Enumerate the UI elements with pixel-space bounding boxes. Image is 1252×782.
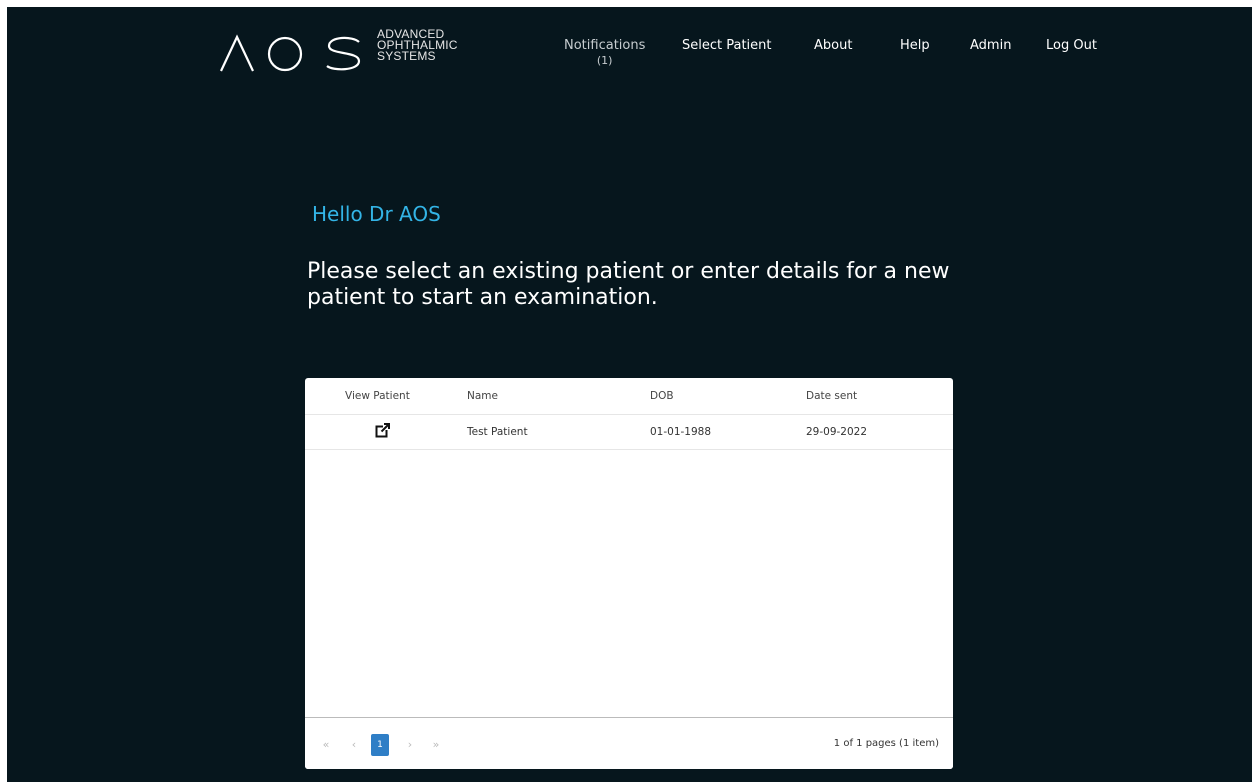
nav-select-patient[interactable]: Select Patient — [682, 38, 772, 53]
nav-help[interactable]: Help — [900, 38, 930, 53]
app-window: ADVANCED OPHTHALMIC SYSTEMS Notification… — [7, 7, 1252, 782]
open-external-icon[interactable] — [375, 423, 390, 441]
nav-notifications[interactable]: Notifications (1) — [564, 38, 645, 67]
aos-logo-mark — [220, 34, 361, 72]
patient-table: View Patient Name DOB Date sent Test Pat… — [305, 378, 953, 769]
next-page-button[interactable]: › — [401, 732, 419, 756]
previous-page-button[interactable]: ‹ — [345, 732, 363, 756]
instruction-text: Please select an existing patient or ent… — [307, 259, 950, 310]
greeting: Hello Dr AOS — [312, 202, 441, 226]
nav-notifications-label: Notifications — [564, 38, 646, 53]
current-page-button[interactable]: 1 — [371, 734, 389, 756]
nav-logout[interactable]: Log Out — [1046, 38, 1097, 53]
brand-name: ADVANCED OPHTHALMIC SYSTEMS — [377, 28, 458, 63]
column-header-name[interactable]: Name — [467, 378, 498, 414]
nav-about[interactable]: About — [814, 38, 852, 53]
patient-name-cell: Test Patient — [467, 426, 528, 438]
first-page-button[interactable]: « — [317, 732, 335, 756]
aos-logo[interactable] — [219, 29, 369, 77]
pagination-info: 1 of 1 pages (1 item) — [833, 738, 939, 749]
column-header-date-sent[interactable]: Date sent — [806, 378, 857, 414]
patient-date-sent-cell: 29-09-2022 — [806, 426, 868, 438]
table-header: View Patient Name DOB Date sent — [305, 378, 953, 415]
pagination-bar: « ‹ 1 › » 1 of 1 pages (1 item) — [305, 717, 953, 769]
table-row[interactable]: Test Patient 01-01-1988 29-09-2022 — [305, 415, 953, 450]
column-header-view-patient[interactable]: View Patient — [345, 378, 410, 414]
brand-line-3: SYSTEMS — [377, 49, 436, 63]
view-patient-cell — [375, 415, 390, 449]
notifications-count: (1) — [596, 54, 613, 67]
patient-dob-cell: 01-01-1988 — [650, 426, 712, 438]
last-page-button[interactable]: » — [427, 732, 445, 756]
column-header-dob[interactable]: DOB — [650, 378, 674, 414]
nav-admin[interactable]: Admin — [970, 38, 1011, 53]
